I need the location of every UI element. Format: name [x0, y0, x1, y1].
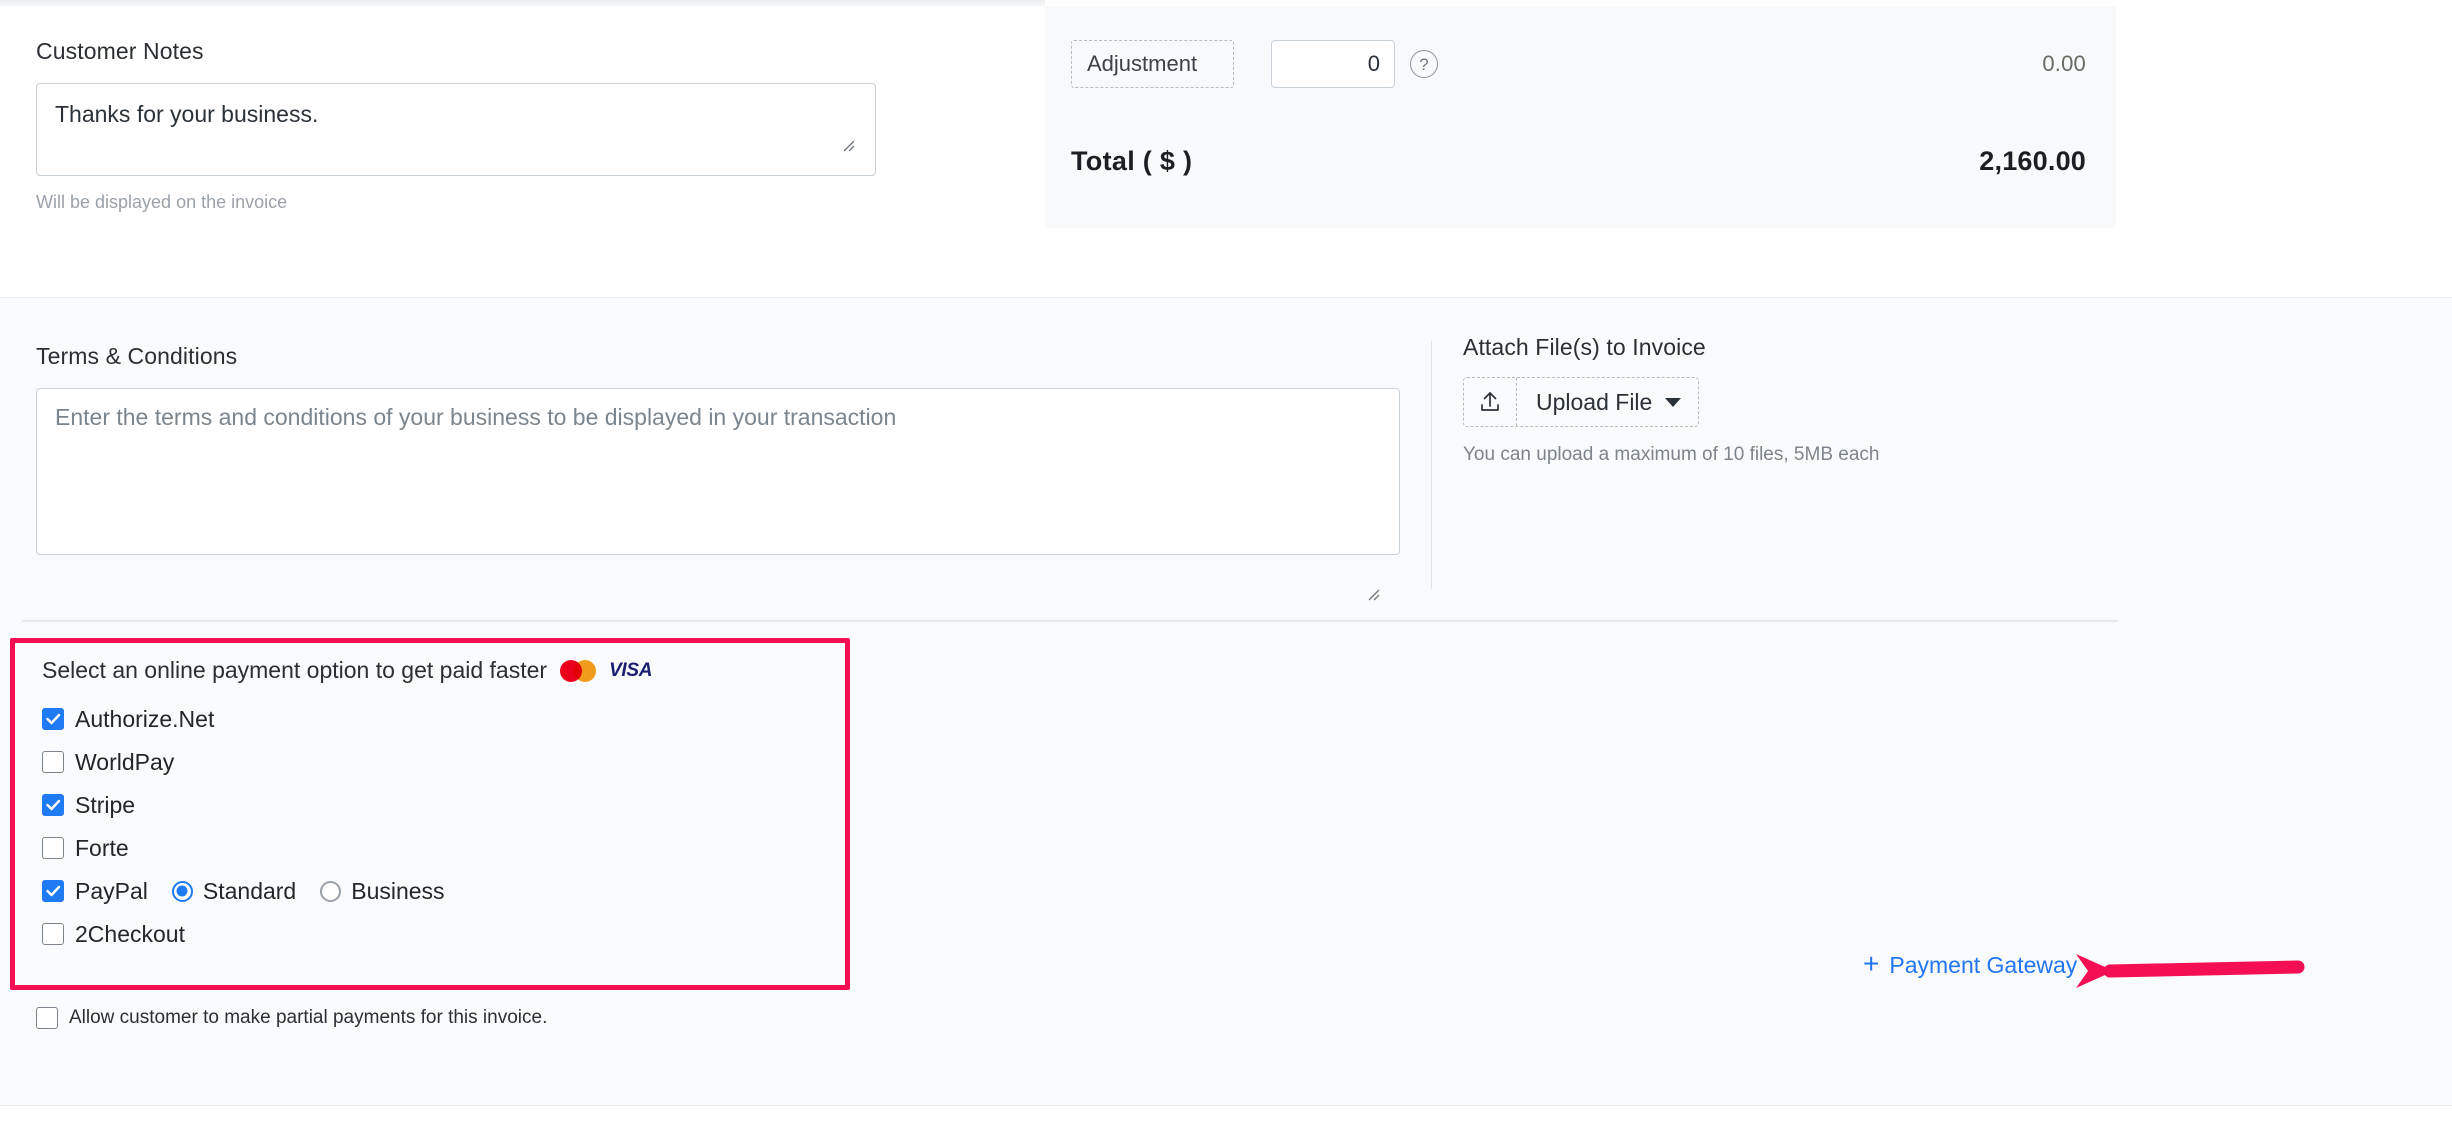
attach-files-hint: You can upload a maximum of 10 files, 5M…: [1463, 444, 1880, 465]
payment-option-label: Authorize.Net: [75, 705, 215, 732]
payment-option-2checkout[interactable]: 2Checkout: [42, 920, 445, 948]
annotation-arrow-icon: [2070, 948, 2310, 994]
payment-option-label: WorldPay: [75, 748, 175, 775]
terms-block: Terms & Conditions: [36, 343, 1400, 601]
terms-input[interactable]: [36, 388, 1400, 555]
upload-file-label: Upload File: [1536, 388, 1653, 415]
checkbox-2checkout[interactable]: [42, 923, 64, 945]
checkbox-worldpay[interactable]: [42, 751, 64, 773]
total-row: Total ( $ ) 2,160.00: [1071, 146, 2086, 177]
invoice-form-screen: Customer Notes Will be displayed on the …: [0, 0, 2452, 1124]
notes-and-totals-section: Customer Notes Will be displayed on the …: [0, 6, 2452, 297]
adjustment-amount: 0.00: [2042, 51, 2086, 76]
upload-icon[interactable]: [1464, 378, 1517, 426]
payment-gateway-options-list: Authorize.Net WorldPay Stripe Forte PayP…: [42, 705, 445, 948]
checkbox-forte[interactable]: [42, 837, 64, 859]
paypal-mode-radio-group: Standard Business: [171, 877, 445, 905]
attach-files-block: Attach File(s) to Invoice Upload File Yo…: [1463, 334, 2163, 466]
customer-notes-block: Customer Notes Will be displayed on the …: [36, 38, 876, 213]
upload-file-button-text[interactable]: Upload File: [1517, 378, 1698, 426]
payment-option-forte[interactable]: Forte: [42, 834, 445, 862]
total-label: Total ( $ ): [1071, 146, 1193, 176]
payment-option-authorize-net[interactable]: Authorize.Net: [42, 705, 445, 733]
payment-option-label: 2Checkout: [75, 920, 185, 947]
adjustment-value-input[interactable]: [1271, 40, 1395, 88]
payment-options-heading-text: Select an online payment option to get p…: [42, 657, 548, 683]
plus-icon: +: [1863, 948, 1880, 979]
customer-notes-input[interactable]: [36, 83, 876, 176]
paypal-mode-standard[interactable]: Standard: [171, 877, 297, 905]
checkbox-paypal[interactable]: [42, 880, 64, 902]
upload-file-button[interactable]: Upload File: [1463, 377, 1700, 427]
paypal-mode-label: Business: [351, 877, 445, 904]
bottom-spacer: [0, 1106, 2452, 1124]
payment-option-label: Stripe: [75, 791, 136, 818]
paypal-mode-business[interactable]: Business: [320, 877, 445, 905]
allow-partial-payments-label: Allow customer to make partial payments …: [69, 1007, 548, 1028]
adjustment-label-field[interactable]: Adjustment: [1071, 40, 1234, 88]
visa-logo: VISA: [609, 659, 653, 681]
add-payment-gateway-link[interactable]: + Payment Gateway: [1863, 948, 2078, 979]
customer-notes-hint: Will be displayed on the invoice: [36, 192, 288, 212]
checkbox-stripe[interactable]: [42, 794, 64, 816]
payment-option-stripe[interactable]: Stripe: [42, 791, 445, 819]
radio-business[interactable]: [320, 880, 342, 902]
radio-standard[interactable]: [171, 880, 193, 902]
customer-notes-label: Customer Notes: [36, 38, 204, 64]
caret-down-icon[interactable]: [1665, 397, 1682, 407]
terms-attachments-payment-section: Terms & Conditions Attach File(s) to Inv…: [0, 297, 2452, 1105]
payment-option-paypal[interactable]: PayPal Standard Business: [42, 877, 445, 905]
payment-options-heading: Select an online payment option to get p…: [42, 657, 653, 684]
resize-grip-icon[interactable]: [1366, 587, 1380, 601]
question-mark-icon[interactable]: ?: [1410, 50, 1438, 78]
total-amount: 2,160.00: [1979, 146, 2086, 176]
vertical-divider: [1431, 341, 1432, 589]
payment-option-label: Forte: [75, 834, 129, 861]
paypal-mode-label: Standard: [202, 877, 297, 904]
attach-files-label: Attach File(s) to Invoice: [1463, 334, 1706, 360]
payment-options-highlight-box: Select an online payment option to get p…: [10, 638, 850, 990]
mastercard-logo: [560, 659, 597, 682]
horizontal-divider: [22, 620, 2118, 622]
checkbox-authorize-net[interactable]: [42, 708, 64, 730]
allow-partial-payments-row[interactable]: Allow customer to make partial payments …: [36, 1007, 547, 1029]
totals-card: Adjustment ? 0.00 Total ( $ ) 2,160.00: [1045, 6, 2116, 228]
payment-option-label: PayPal: [75, 877, 148, 904]
terms-label: Terms & Conditions: [36, 343, 238, 369]
payment-option-worldpay[interactable]: WorldPay: [42, 748, 445, 776]
adjustment-row: Adjustment ? 0.00: [1071, 40, 2086, 88]
add-payment-gateway-label: Payment Gateway: [1889, 951, 2078, 978]
checkbox-allow-partial-payments[interactable]: [36, 1007, 58, 1029]
